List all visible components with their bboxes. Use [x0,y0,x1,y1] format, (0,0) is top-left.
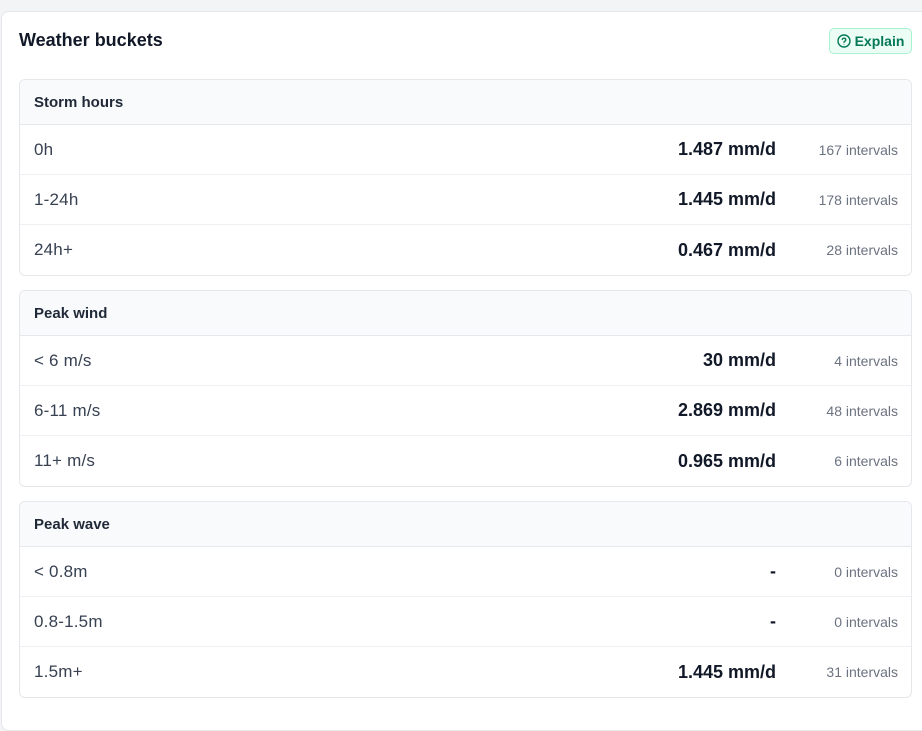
bucket-value: 0.965 mm/d [677,450,776,471]
table-row: 6-11 m/s 2.869 mm/d 48 intervals [20,386,911,436]
bucket-count: 178 intervals [818,191,898,208]
bucket-count: 28 intervals [826,242,898,258]
explain-label: Explain [854,33,905,49]
section-title: Storm hours [20,80,911,125]
bucket-value: 2.869 mm/d [677,400,776,420]
bucket-value: 0.467 mm/d [677,239,776,260]
bucket-label: 24h+ [34,240,74,259]
help-circle-icon [836,34,851,48]
table-row: < 6 m/s 30 mm/d 4 intervals [20,336,911,386]
bucket-count: 167 intervals [818,141,898,158]
bucket-value: - [770,561,776,581]
bucket-value: 30 mm/d [702,350,776,370]
table-row: 0h 1.487 mm/d 167 intervals [20,125,911,175]
table-row: 1.5m+ 1.445 mm/d 31 intervals [20,647,911,697]
bucket-label: 0h [34,139,54,159]
bucket-value: 1.445 mm/d [677,189,776,209]
bucket-value: - [770,611,776,631]
section-title: Peak wave [20,502,911,547]
weather-buckets-card: Weather buckets Explain Storm hours 0h 1… [1,11,922,731]
table-row: 1-24h 1.445 mm/d 178 intervals [20,175,911,225]
bucket-label: 6-11 m/s [34,400,101,420]
bucket-label: 1-24h [34,189,79,209]
bucket-label: < 6 m/s [34,350,92,370]
bucket-label: 1.5m+ [34,662,83,681]
bucket-count: 0 intervals [834,613,898,630]
bucket-label: 0.8-1.5m [34,611,103,631]
bucket-count: 4 intervals [834,352,898,369]
bucket-count: 6 intervals [834,453,898,469]
table-row: 24h+ 0.467 mm/d 28 intervals [20,225,911,275]
section-title: Peak wind [20,291,911,336]
table-row: < 0.8m - 0 intervals [20,547,911,597]
bucket-value: 1.487 mm/d [677,139,776,159]
section-peak-wave: Peak wave < 0.8m - 0 intervals 0.8-1.5m … [19,501,912,698]
table-row: 0.8-1.5m - 0 intervals [20,597,911,647]
card-title: Weather buckets [19,30,163,50]
explain-button[interactable]: Explain [829,28,912,54]
bucket-count: 48 intervals [826,402,898,419]
bucket-count: 31 intervals [826,664,898,680]
bucket-label: < 0.8m [34,561,88,581]
section-peak-wind: Peak wind < 6 m/s 30 mm/d 4 intervals 6-… [19,290,912,487]
section-storm-hours: Storm hours 0h 1.487 mm/d 167 intervals … [19,79,912,276]
bucket-count: 0 intervals [834,563,898,580]
table-row: 11+ m/s 0.965 mm/d 6 intervals [20,436,911,486]
bucket-value: 1.445 mm/d [677,661,776,682]
bucket-label: 11+ m/s [34,451,96,470]
